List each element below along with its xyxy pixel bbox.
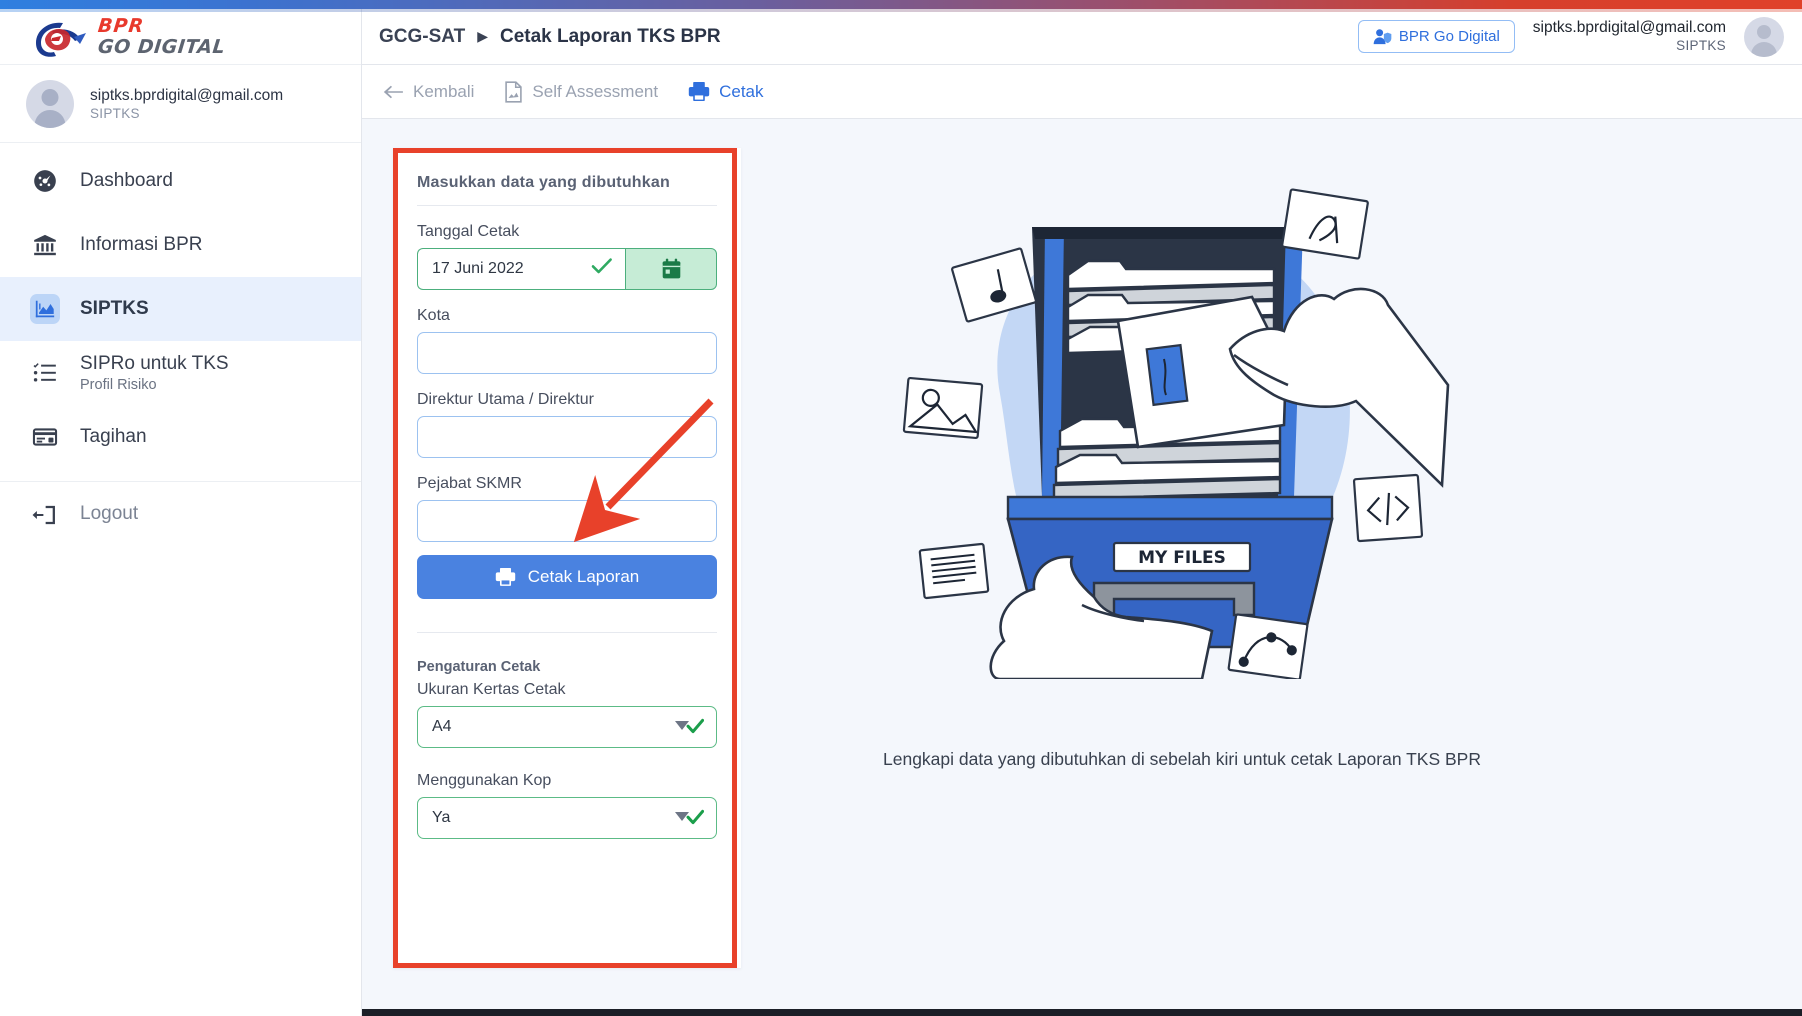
ukuran-kertas-select[interactable]: A4: [417, 706, 717, 748]
drawer-label: MY FILES: [1138, 548, 1226, 568]
pejabat-skmr-input[interactable]: [417, 500, 717, 542]
brand-line-1: BPR: [96, 14, 146, 37]
toolbar-back-button[interactable]: Kembali: [382, 82, 474, 102]
sidebar-user-role: SIPTKS: [90, 106, 140, 122]
field-label: Tanggal Cetak: [417, 223, 520, 240]
sidebar-item-label: Informasi BPR: [80, 234, 203, 255]
header-right: BPR Go Digital siptks.bprdigital@gmail.c…: [1357, 16, 1802, 57]
ukuran-kertas-value: A4: [432, 718, 452, 735]
bpr-swoosh-icon: [36, 22, 86, 57]
action-toolbar: Kembali Self Assessment Cetak: [362, 65, 1802, 119]
field-pejabat-skmr: Pejabat SKMR: [417, 475, 717, 542]
toolbar-self-assessment-button[interactable]: Self Assessment: [504, 80, 659, 103]
menggunakan-kop-value: Ya: [432, 809, 451, 826]
page-title: Cetak Laporan TKS BPR: [499, 25, 721, 47]
printer-icon: [495, 567, 515, 586]
arrow-left-icon: [383, 85, 403, 98]
select-indicators: [674, 718, 704, 736]
cetak-laporan-label: Cetak Laporan: [527, 567, 640, 586]
field-label: Pejabat SKMR: [417, 475, 522, 492]
vector-node-icon: [1227, 613, 1309, 681]
sidebar-item-label: Dashboard: [80, 170, 173, 191]
print-form-card: Masukkan data yang dibutuhkan Tanggal Ce…: [393, 148, 741, 968]
sidebar-item-informasi-bpr[interactable]: Informasi BPR: [0, 213, 361, 277]
field-tanggal-cetak: Tanggal Cetak 17 Juni 2022: [417, 223, 717, 290]
check-icon: [686, 718, 704, 734]
app-root: BPR GO DIGITAL siptks.bprdigital@gmail.c…: [0, 0, 1802, 1016]
toolbar-print-button[interactable]: Cetak: [688, 81, 764, 102]
user-shield-icon: [1373, 29, 1392, 45]
field-label: Ukuran Kertas Cetak: [417, 681, 566, 698]
top-gradient-shadow: [0, 9, 1802, 12]
menggunakan-kop-select[interactable]: Ya: [417, 797, 717, 839]
brand-logo[interactable]: BPR GO DIGITAL: [0, 9, 361, 65]
sidebar-user-card[interactable]: siptks.bprdigital@gmail.com SIPTKS: [0, 65, 361, 143]
content-area: Masukkan data yang dibutuhkan Tanggal Ce…: [362, 119, 1802, 1009]
chart-area-icon: [30, 294, 60, 324]
sidebar-item-label: Tagihan: [80, 426, 147, 447]
document-icon: [505, 80, 523, 103]
form-title: Masukkan data yang dibutuhkan: [417, 174, 717, 206]
kota-input[interactable]: [417, 332, 717, 374]
breadcrumb-separator-icon: ▶: [477, 28, 488, 44]
breadcrumb: GCG-SAT ▶ Cetak Laporan TKS BPR: [362, 26, 721, 48]
breadcrumb-root[interactable]: GCG-SAT: [379, 26, 465, 48]
header-user-info[interactable]: siptks.bprdigital@gmail.com SIPTKS: [1533, 18, 1726, 54]
sidebar-item-sipro-untuk-tks[interactable]: SIPRo untuk TKS Profil Risiko: [0, 341, 361, 405]
toolbar-print-label: Cetak: [719, 81, 764, 101]
avatar: [26, 79, 74, 128]
field-direktur: Direktur Utama / Direktur: [417, 391, 717, 458]
bpr-go-digital-button[interactable]: BPR Go Digital: [1357, 20, 1515, 53]
sidebar-nav: Dashboard Informasi BPR SIPTKS SIPRo unt…: [0, 143, 361, 546]
sidebar-item-tagihan[interactable]: Tagihan: [0, 405, 361, 469]
field-label: Kota: [417, 307, 450, 324]
field-label: Menggunakan Kop: [417, 772, 552, 789]
toolbar-back-label: Kembali: [413, 81, 475, 101]
sidebar-item-siptks[interactable]: SIPTKS: [0, 277, 361, 341]
field-menggunakan-kop: Menggunakan Kop Ya: [417, 772, 717, 839]
file-cabinet-illustration: MY FILES: [882, 179, 1462, 681]
bottom-bar: [362, 1009, 1802, 1016]
select-indicators: [674, 809, 704, 827]
cetak-laporan-button[interactable]: Cetak Laporan: [417, 555, 717, 599]
check-icon: [591, 257, 613, 281]
bank-icon: [30, 230, 60, 260]
toolbar-self-assessment-label: Self Assessment: [532, 81, 659, 101]
printer-icon: [688, 82, 710, 101]
header-avatar[interactable]: [1744, 16, 1784, 57]
brand-line-2: GO DIGITAL: [96, 35, 227, 58]
sidebar: BPR GO DIGITAL siptks.bprdigital@gmail.c…: [0, 9, 362, 1016]
header-user-email: siptks.bprdigital@gmail.com: [1532, 19, 1726, 37]
checklist-icon: [30, 358, 60, 388]
sidebar-item-dashboard[interactable]: Dashboard: [0, 149, 361, 213]
field-kota: Kota: [417, 307, 717, 374]
sidebar-item-label: SIPRo untuk TKS: [80, 352, 229, 374]
sidebar-item-label: Logout: [80, 503, 139, 524]
tanggal-cetak-value: 17 Juni 2022: [432, 260, 524, 277]
sidebar-item-label: SIPTKS: [80, 298, 149, 319]
illustration-caption: Lengkapi data yang dibutuhkan di sebelah…: [883, 749, 1481, 769]
tanggal-cetak-input[interactable]: 17 Juni 2022: [417, 248, 625, 290]
sidebar-item-logout[interactable]: Logout: [0, 482, 361, 546]
form-divider: [417, 632, 717, 633]
check-icon: [686, 809, 704, 825]
card-icon: [30, 422, 60, 452]
print-settings-title: Pengaturan Cetak: [417, 659, 541, 675]
direktur-input[interactable]: [417, 416, 717, 458]
top-gradient-bar: [0, 0, 1802, 9]
page-header: GCG-SAT ▶ Cetak Laporan TKS BPR BPR Go D…: [362, 9, 1802, 65]
logout-icon: [30, 499, 60, 529]
header-user-role: SIPTKS: [1676, 37, 1726, 53]
calendar-icon: [662, 258, 680, 279]
lines-doc-icon: [918, 542, 990, 600]
field-ukuran-kertas: Ukuran Kertas Cetak A4: [417, 681, 717, 748]
bpr-go-digital-label: BPR Go Digital: [1398, 28, 1500, 45]
sidebar-user-email: siptks.bprdigital@gmail.com: [90, 86, 284, 104]
calendar-picker-button[interactable]: [625, 248, 717, 290]
field-label: Direktur Utama / Direktur: [417, 391, 594, 408]
sidebar-item-sublabel: Profil Risiko: [80, 377, 157, 394]
dashboard-gauge-icon: [30, 166, 60, 196]
text-aa-icon: [1281, 188, 1369, 260]
